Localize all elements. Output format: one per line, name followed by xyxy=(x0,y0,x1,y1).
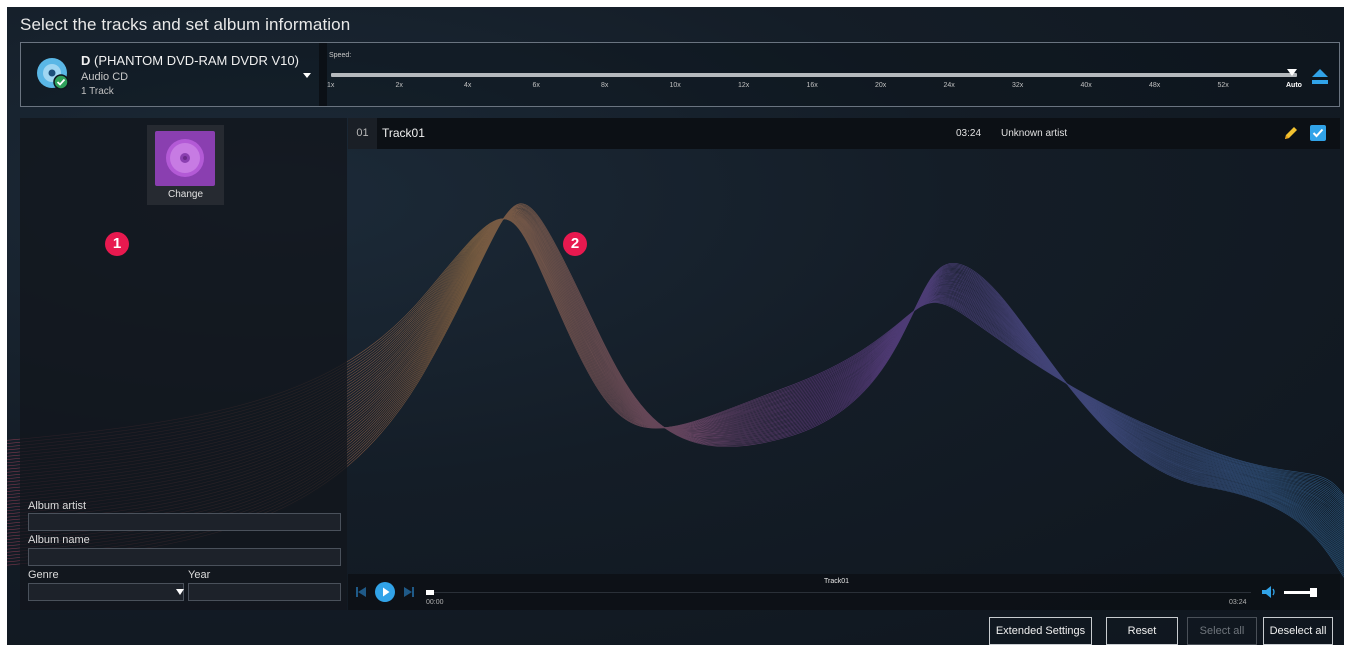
drive-panel: D (PHANTOM DVD-RAM DVDR V10) Audio CD 1 … xyxy=(20,42,1340,107)
next-icon[interactable] xyxy=(404,587,414,597)
track-checkbox[interactable] xyxy=(1310,125,1326,141)
current-time: 00:00 xyxy=(426,599,444,606)
track-artist: Unknown artist xyxy=(1001,128,1068,139)
speed-tick-4x[interactable]: 4x xyxy=(464,82,471,89)
play-icon xyxy=(383,587,390,597)
extended-settings-button[interactable]: Extended Settings xyxy=(989,617,1092,645)
speed-tick-labels: 1x 2x 4x 6x 8x 10x 12x 16x 20x 24x 32x 40x 48x 52x Aut… xyxy=(327,82,1317,94)
album-artist-label: Album artist xyxy=(28,500,87,512)
speed-tick-2x[interactable]: 2x xyxy=(396,82,403,89)
total-time: 03:24 xyxy=(1229,599,1247,606)
track-number: 01 xyxy=(348,118,377,149)
speed-tick-32x[interactable]: 32x xyxy=(1012,82,1023,89)
year-label: Year xyxy=(188,569,211,581)
drive-type: Audio CD xyxy=(81,71,129,83)
speed-tick-40x[interactable]: 40x xyxy=(1081,82,1092,89)
drive-track-count: 1 Track xyxy=(81,86,114,97)
drive-dropdown-icon[interactable] xyxy=(301,71,313,81)
drive-name: D (PHANTOM DVD-RAM DVDR V10) xyxy=(81,53,299,68)
album-name-label: Album name xyxy=(28,534,90,546)
change-cover-label: Change xyxy=(167,189,204,200)
seek-bar[interactable] xyxy=(426,592,1251,593)
annotation-badge-2: 2 xyxy=(563,232,587,256)
album-artist-input[interactable] xyxy=(28,513,341,531)
disc-check-icon xyxy=(37,58,69,90)
speed-slider[interactable] xyxy=(331,73,1297,77)
player-track-title: Track01 xyxy=(824,578,850,585)
drive-model: (PHANTOM DVD-RAM DVDR V10) xyxy=(94,53,299,68)
drive-separator xyxy=(319,43,327,106)
track-row[interactable]: 01 Track01 03:24 Unknown artist xyxy=(348,118,1340,149)
speed-tick-auto[interactable]: Auto xyxy=(1286,82,1302,89)
album-cover-art xyxy=(155,131,215,186)
speed-tick-20x[interactable]: 20x xyxy=(875,82,886,89)
annotation-badge-1: 1 xyxy=(105,232,129,256)
seek-thumb[interactable] xyxy=(426,590,434,595)
speed-tick-16x[interactable]: 16x xyxy=(807,82,818,89)
track-title: Track01 xyxy=(382,126,425,140)
disc-icon xyxy=(166,139,204,177)
speed-tick-6x[interactable]: 6x xyxy=(533,82,540,89)
genre-label: Genre xyxy=(28,569,59,581)
album-info-panel: Change Album artist Album name Genre Yea… xyxy=(20,118,347,610)
drive-letter: D xyxy=(81,53,91,68)
reset-button[interactable]: Reset xyxy=(1106,617,1178,645)
speed-tick-24x[interactable]: 24x xyxy=(944,82,955,89)
speed-tick-10x[interactable]: 10x xyxy=(670,82,681,89)
year-input[interactable] xyxy=(188,583,341,601)
track-duration: 03:24 xyxy=(956,128,982,139)
chevron-down-icon xyxy=(176,589,184,595)
volume-icon[interactable] xyxy=(1261,585,1277,599)
speed-label: Speed: xyxy=(329,52,352,59)
previous-icon[interactable] xyxy=(356,587,366,597)
genre-select[interactable] xyxy=(28,583,184,601)
speed-tick-52x[interactable]: 52x xyxy=(1218,82,1229,89)
speed-tick-1x[interactable]: 1x xyxy=(327,82,334,89)
album-cover-change-button[interactable]: Change xyxy=(147,125,224,205)
app-window: Select the tracks and set album informat… xyxy=(7,7,1344,645)
checkmark-icon xyxy=(1312,128,1324,138)
album-name-input[interactable] xyxy=(28,548,341,566)
edit-pencil-icon[interactable] xyxy=(1283,125,1299,141)
speed-tick-8x[interactable]: 8x xyxy=(601,82,608,89)
play-button[interactable] xyxy=(375,582,395,602)
media-player: Track01 00:00 03:24 xyxy=(348,574,1340,610)
deselect-all-button[interactable]: Deselect all xyxy=(1263,617,1333,645)
speed-slider-thumb[interactable] xyxy=(1287,69,1297,76)
eject-icon[interactable] xyxy=(1310,68,1330,86)
speed-tick-12x[interactable]: 12x xyxy=(738,82,749,89)
speed-tick-48x[interactable]: 48x xyxy=(1149,82,1160,89)
volume-slider-thumb[interactable] xyxy=(1309,588,1317,597)
select-all-button: Select all xyxy=(1187,617,1257,645)
page-title: Select the tracks and set album informat… xyxy=(20,15,351,34)
